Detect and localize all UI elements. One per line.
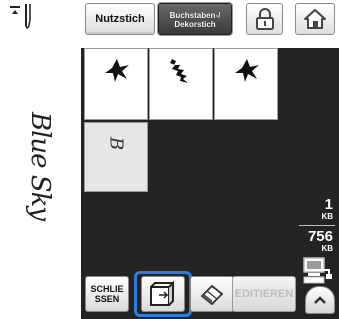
text-preview-panel: Blue Sky xyxy=(0,48,81,319)
close-label-line2: SSEN xyxy=(94,294,120,304)
pattern-cell[interactable] xyxy=(149,48,213,120)
embroidery-screen: Nutzstich Buchstaben-/ Dekorstich Blue S… xyxy=(0,0,339,319)
padlock-icon xyxy=(255,8,274,30)
chevron-up-icon xyxy=(314,296,326,304)
letter-decorative-stitch-button[interactable]: Buchstaben-/ Dekorstich xyxy=(157,2,233,36)
delete-button[interactable] xyxy=(190,276,234,312)
scroll-up-button[interactable] xyxy=(305,286,335,314)
pocket-memory-icon xyxy=(150,281,174,306)
pattern-cell-selected[interactable]: B xyxy=(84,122,148,192)
feather-stitch-icon xyxy=(170,59,188,83)
needle-position-icon[interactable] xyxy=(6,2,36,34)
letter-stitch-label-line1: Buchstaben-/ xyxy=(169,11,221,20)
star-stitch-icon xyxy=(105,59,129,82)
normal-stitch-label: Nutzstich xyxy=(95,13,145,25)
preview-text: Blue Sky xyxy=(25,111,55,221)
cell-letter: B xyxy=(105,136,127,151)
home-button[interactable] xyxy=(295,3,335,35)
computer-transfer-icon[interactable] xyxy=(302,256,332,286)
pattern-cell[interactable] xyxy=(214,48,278,120)
normal-stitch-button[interactable]: Nutzstich xyxy=(85,3,155,35)
save-to-memory-button[interactable] xyxy=(141,276,185,312)
eraser-icon xyxy=(200,284,224,306)
home-icon xyxy=(304,9,326,29)
pattern-cell[interactable] xyxy=(84,48,148,120)
star-stitch-icon xyxy=(235,59,259,82)
lock-button[interactable] xyxy=(246,3,283,35)
close-label-line1: SCHLIE xyxy=(90,284,124,294)
memory-free-value: 756 xyxy=(307,228,333,245)
edit-label: EDITIEREN xyxy=(234,288,294,300)
memory-used-unit: KB xyxy=(321,212,333,221)
letter-stitch-label-line2: Dekorstich xyxy=(174,20,216,29)
memory-divider xyxy=(299,225,335,226)
memory-used-value: 1 xyxy=(324,196,333,213)
close-button[interactable]: SCHLIE SSEN xyxy=(85,276,129,312)
edit-button[interactable]: EDITIEREN xyxy=(232,276,296,312)
memory-free-unit: KB xyxy=(321,244,333,253)
